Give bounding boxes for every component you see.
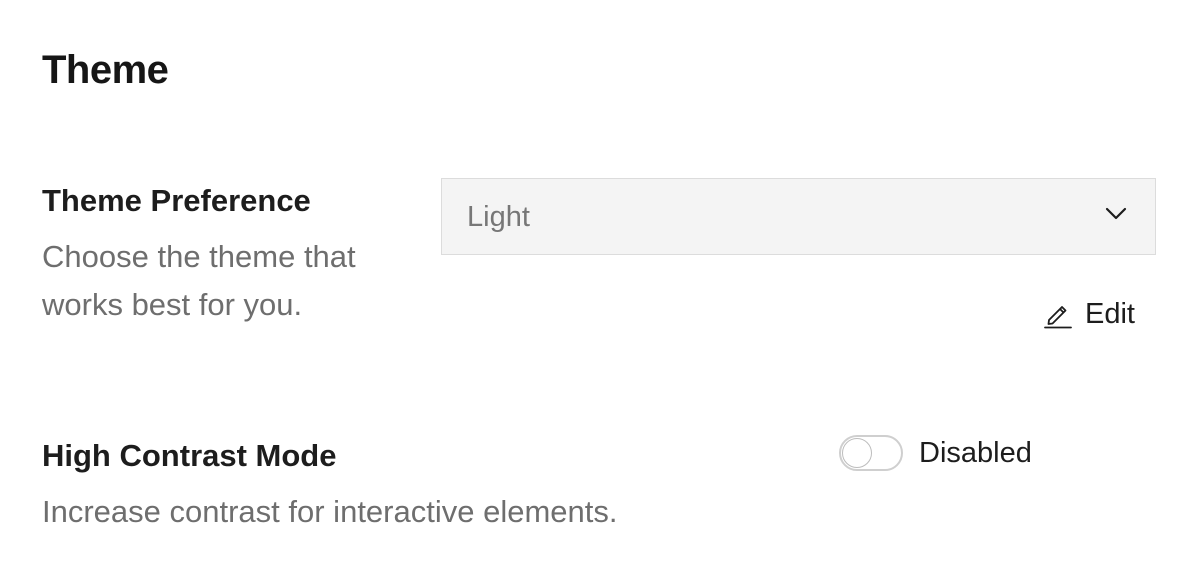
high-contrast-label: High Contrast Mode [42,438,337,473]
theme-preference-label: Theme Preference [42,183,311,218]
theme-select[interactable]: Light [441,178,1156,255]
toggle-knob [842,438,872,468]
theme-select-value: Light [467,201,530,233]
high-contrast-description: Increase contrast for interactive elemen… [42,494,618,529]
chevron-down-icon [1105,207,1127,220]
high-contrast-toggle[interactable] [839,435,903,471]
pencil-icon [1044,306,1072,329]
high-contrast-toggle-row: Disabled [839,433,1032,473]
toggle-state-label: Disabled [919,437,1032,469]
page-title: Theme [42,48,169,92]
edit-button[interactable]: Edit [1043,294,1135,334]
edit-label: Edit [1085,298,1135,330]
theme-preference-description: Choose the theme that works best for you… [42,239,356,322]
